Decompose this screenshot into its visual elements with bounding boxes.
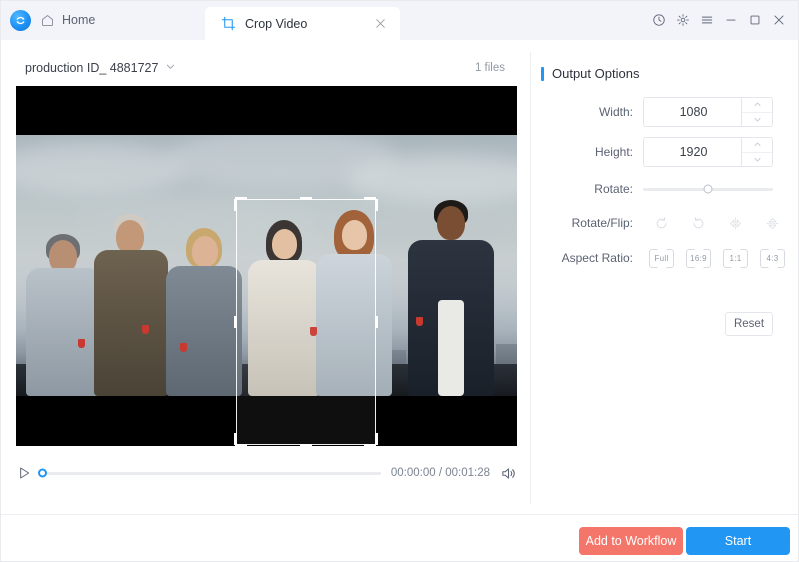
rotate-counterclockwise-icon[interactable]	[680, 210, 717, 236]
aspect-ratio-full-label: Full	[654, 253, 669, 263]
aspect-ratio-4-3[interactable]: 4:3	[754, 245, 791, 271]
aspect-ratio-label: Aspect Ratio:	[561, 251, 633, 265]
output-options-label: Output Options	[552, 66, 640, 81]
width-row: Width:	[531, 96, 799, 128]
home-label: Home	[62, 13, 96, 27]
crop-handle-bottom-left[interactable]	[235, 443, 248, 446]
time-display: 00:00:00 / 00:01:28	[390, 467, 490, 479]
aspect-ratio-buttons: Full 16:9 1:1 4:3	[643, 245, 791, 271]
reset-button[interactable]: Reset	[725, 312, 773, 336]
chevron-down-icon	[165, 61, 176, 75]
add-to-workflow-button[interactable]: Add to Workflow	[579, 527, 683, 555]
section-accent-bar	[541, 66, 544, 81]
crop-handle-right-bottom[interactable]	[374, 433, 378, 446]
crop-handle-top-center[interactable]	[299, 197, 312, 201]
window-controls	[647, 0, 791, 40]
height-field[interactable]	[643, 137, 773, 167]
height-label: Height:	[594, 145, 633, 159]
crop-handle-bottom-center[interactable]	[299, 443, 312, 446]
reset-row: Reset	[531, 312, 799, 336]
rotate-flip-label: Rotate/Flip:	[571, 216, 633, 230]
tab-crop-video[interactable]: Crop Video	[205, 7, 400, 40]
home-nav-item[interactable]: Home	[40, 13, 95, 28]
video-preview[interactable]	[16, 86, 517, 446]
gear-icon[interactable]	[671, 8, 695, 32]
playback-progress-bar[interactable]	[38, 468, 381, 478]
file-bar: production ID_ 4881727 1 files	[25, 58, 505, 78]
close-button[interactable]	[767, 8, 791, 32]
crop-handle-right-top[interactable]	[374, 198, 378, 211]
title-bar: Home Crop Video	[0, 0, 799, 40]
file-count-label: 1 files	[474, 62, 505, 74]
height-row: Height:	[531, 136, 799, 168]
height-stepper-up[interactable]	[742, 138, 772, 153]
crop-handle-middle-right[interactable]	[374, 315, 378, 328]
aspect-ratio-row: Aspect Ratio: Full 16:9 1:1 4:3	[531, 242, 799, 274]
flip-horizontal-icon[interactable]	[717, 210, 754, 236]
crop-handle-left-top[interactable]	[233, 198, 237, 211]
aspect-ratio-1-1-label: 1:1	[729, 253, 742, 263]
width-stepper-down[interactable]	[742, 113, 772, 127]
output-options-panel: Output Options Width: 1080 Height: 1920 …	[531, 40, 799, 514]
aspect-ratio-16-9-label: 16:9	[690, 253, 707, 263]
rotate-slider-knob[interactable]	[703, 184, 713, 194]
output-options-title: Output Options	[541, 66, 639, 81]
aspect-ratio-16-9[interactable]: 16:9	[680, 245, 717, 271]
rotate-clockwise-icon[interactable]	[643, 210, 680, 236]
start-button[interactable]: Start	[686, 527, 790, 555]
person-1	[26, 228, 102, 396]
rotate-flip-buttons	[643, 210, 791, 236]
aspect-ratio-full[interactable]: Full	[643, 245, 680, 271]
rotate-label: Rotate:	[594, 182, 633, 196]
video-letterbox	[16, 86, 517, 446]
width-input[interactable]	[644, 97, 743, 127]
rotate-row: Rotate:	[531, 173, 799, 205]
aspect-ratio-4-3-label: 4:3	[766, 253, 779, 263]
flip-vertical-icon[interactable]	[754, 210, 791, 236]
menu-icon[interactable]	[695, 8, 719, 32]
width-stepper-up[interactable]	[742, 98, 772, 113]
aspect-ratio-1-1[interactable]: 1:1	[717, 245, 754, 271]
crop-handle-left-bottom[interactable]	[233, 433, 237, 446]
app-logo-icon	[10, 9, 31, 31]
crop-icon	[221, 16, 236, 31]
tab-close-icon[interactable]	[374, 17, 387, 30]
content-area: production ID_ 4881727 1 files 00:00:00 …	[0, 40, 799, 562]
maximize-button[interactable]	[743, 8, 767, 32]
person-2	[94, 214, 168, 396]
file-selector[interactable]: production ID_ 4881727	[25, 61, 176, 75]
width-label: Width:	[598, 105, 633, 119]
minimize-button[interactable]	[719, 8, 743, 32]
person-6	[408, 200, 494, 396]
height-stepper-down[interactable]	[742, 153, 772, 167]
crop-selection-box[interactable]	[233, 197, 378, 446]
playhead-handle[interactable]	[38, 468, 47, 478]
footer-divider	[0, 514, 799, 515]
rotate-flip-row: Rotate/Flip:	[531, 207, 799, 239]
player-controls: 00:00:00 / 00:01:28	[16, 456, 517, 490]
preview-panel: production ID_ 4881727 1 files 00:00:00 …	[0, 40, 530, 514]
history-icon[interactable]	[647, 8, 671, 32]
app-window: Home Crop Video production ID_ 4881727 1…	[0, 0, 799, 562]
tab-strip: Crop Video	[205, 0, 400, 40]
file-name-label: production ID_ 4881727	[25, 61, 159, 75]
width-field[interactable]	[643, 97, 773, 127]
rotate-slider[interactable]	[643, 184, 773, 194]
height-stepper[interactable]	[741, 138, 772, 166]
tab-label: Crop Video	[245, 16, 308, 31]
footer-bar: Add to Workflow Start	[0, 514, 799, 562]
home-icon	[40, 13, 55, 28]
crop-handle-middle-left[interactable]	[233, 315, 237, 328]
title-bar-left: Home	[0, 0, 95, 40]
volume-icon[interactable]	[500, 465, 517, 482]
width-stepper[interactable]	[741, 98, 772, 126]
person-3	[166, 226, 242, 396]
crop-handle-top-left[interactable]	[235, 197, 248, 201]
play-icon[interactable]	[16, 465, 32, 481]
height-input[interactable]	[644, 137, 743, 167]
